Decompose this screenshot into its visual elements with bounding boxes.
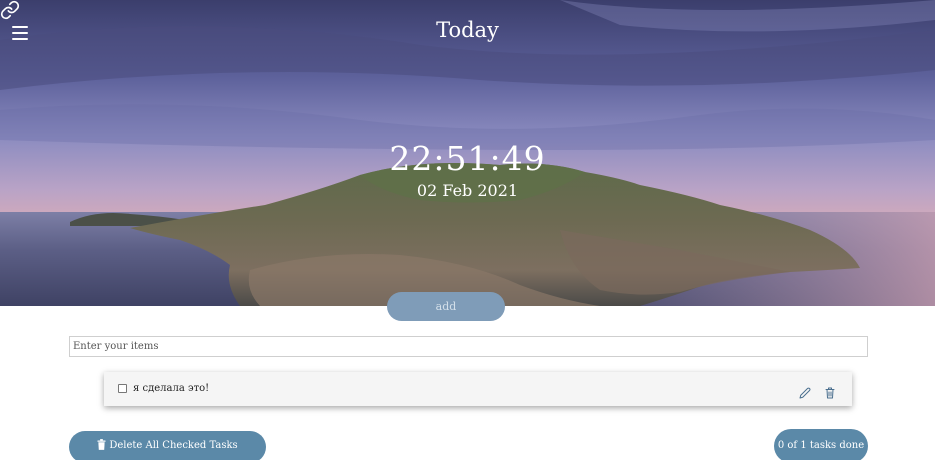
delete-all-label: Delete All Checked Tasks <box>109 440 238 451</box>
page-title: Today <box>436 18 499 42</box>
link-chain-icon[interactable] <box>0 0 20 20</box>
trash-icon <box>97 439 106 450</box>
trash-icon[interactable] <box>825 387 835 399</box>
task-item: я сделала это! <box>104 372 852 406</box>
task-text: я сделала это! <box>133 383 210 394</box>
item-input[interactable] <box>69 336 868 357</box>
clock-date: 02 Feb 2021 <box>416 181 519 200</box>
delete-all-checked-button[interactable]: Delete All Checked Tasks <box>69 431 266 460</box>
hero-banner: Today 22:51:49 02 Feb 2021 <box>0 0 935 306</box>
pencil-icon[interactable] <box>799 387 811 399</box>
clock-time: 22:51:49 <box>389 139 546 178</box>
tasks-done-counter: 0 of 1 tasks done <box>774 429 868 460</box>
add-button[interactable]: add <box>387 292 505 321</box>
task-checkbox[interactable] <box>118 384 127 393</box>
